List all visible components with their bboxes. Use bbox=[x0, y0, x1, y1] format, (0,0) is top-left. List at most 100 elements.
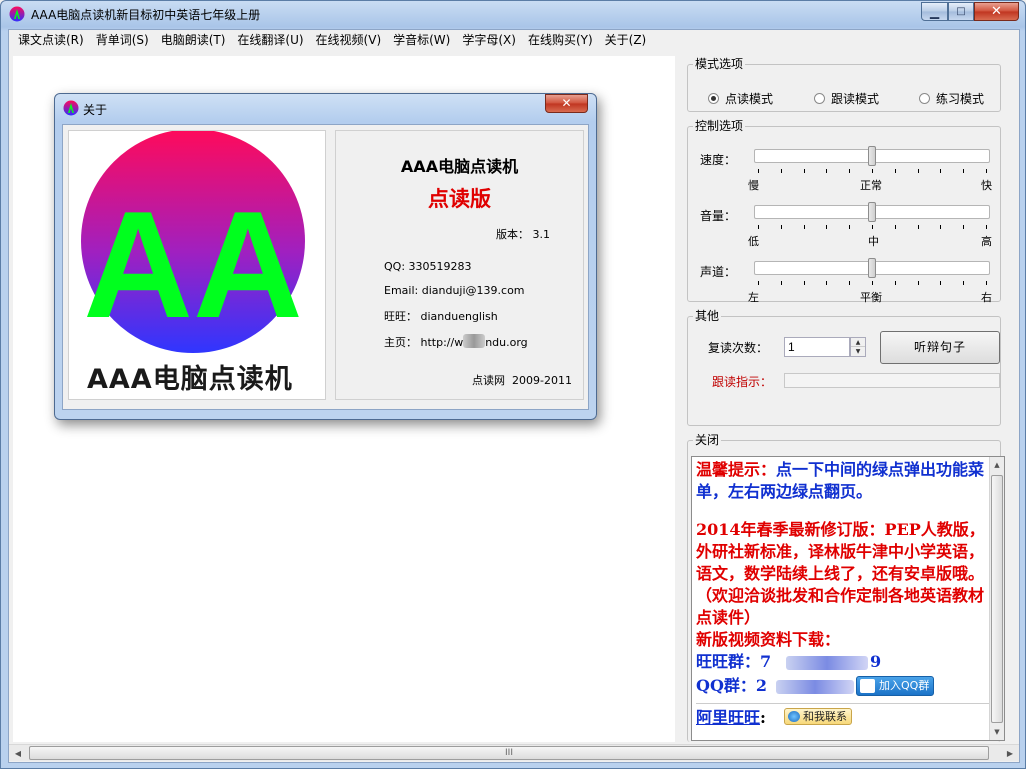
radio-unselected-icon[interactable] bbox=[814, 93, 825, 104]
tip-paragraph: 温馨提示：点一下中间的绿点弹出功能菜单，左右两边绿点翻页。 bbox=[696, 459, 996, 503]
tip-label: 温馨提示： bbox=[696, 460, 777, 479]
scroll-up-icon[interactable]: ▲ bbox=[990, 457, 1004, 473]
radio-follow-read[interactable]: 跟读模式 bbox=[814, 90, 879, 107]
about-close-button[interactable]: ✕ bbox=[545, 94, 588, 113]
info-panel: AAA电脑点读机 点读版 版本： 3.1 QQ: 330519283 Email… bbox=[335, 130, 584, 400]
repeat-count-stepper[interactable]: ▲ ▼ bbox=[850, 337, 866, 357]
slider-tick bbox=[963, 281, 965, 285]
copyright-site: 点读网 bbox=[472, 374, 505, 387]
qq-text: QQ: 330519283 bbox=[384, 260, 472, 273]
redacted-number bbox=[776, 680, 854, 694]
scroll-left-icon[interactable]: ◀ bbox=[10, 747, 26, 761]
horizontal-scroll-thumb[interactable]: III bbox=[29, 746, 989, 760]
volume-slider-thumb[interactable] bbox=[868, 202, 876, 222]
listen-sentence-button[interactable]: 听辩句子 bbox=[880, 331, 1000, 364]
speed-label: 速度： bbox=[700, 153, 737, 167]
slider-tick bbox=[917, 169, 919, 173]
close-button[interactable]: ✕ bbox=[974, 2, 1019, 21]
title-bar[interactable]: AAA电脑点读机新目标初中英语七年级上册 ▁ □ ✕ bbox=[1, 1, 1025, 27]
qq-group-line: QQ群：2 加入QQ群 bbox=[696, 675, 996, 701]
vertical-scroll-thumb[interactable] bbox=[991, 475, 1003, 723]
spin-down-icon[interactable]: ▼ bbox=[851, 347, 865, 356]
control-groupbox: 控制选项 速度： 慢 正常 快 音量： 低 中 高 声道： 左 平衡 右 bbox=[687, 119, 1001, 304]
scroll-right-icon[interactable]: ▶ bbox=[1002, 747, 1018, 761]
about-dialog: 关于 ✕ AA AAA电脑点读机 AAA电脑点读机 点读版 版本： 3.1 QQ… bbox=[54, 93, 597, 420]
slider-tick bbox=[780, 225, 782, 229]
radio-point-read[interactable]: 点读模式 bbox=[708, 90, 773, 107]
copyright-text: 点读网 2009-2011 bbox=[472, 372, 572, 388]
follow-indicator-bar bbox=[784, 373, 1000, 388]
scroll-down-icon[interactable]: ▼ bbox=[990, 724, 1004, 740]
menu-about[interactable]: 关于(Z) bbox=[599, 30, 653, 50]
menu-phonetics[interactable]: 学音标(W) bbox=[387, 30, 456, 50]
join-qq-group-button[interactable]: 加入QQ群 bbox=[856, 676, 935, 696]
app-logo-icon bbox=[63, 100, 79, 116]
speed-slider-thumb[interactable] bbox=[868, 146, 876, 166]
logo-letters: AA bbox=[83, 180, 303, 350]
volume-min-label: 低 bbox=[748, 235, 759, 248]
slider-tick bbox=[826, 281, 828, 285]
slider-tick bbox=[894, 281, 896, 285]
close-group-title: 关闭 bbox=[693, 433, 722, 447]
logo-caption: AAA电脑点读机 bbox=[87, 364, 293, 395]
speed-min-label: 慢 bbox=[748, 179, 759, 192]
slider-tick bbox=[780, 281, 782, 285]
menu-computer-reading[interactable]: 电脑朗读(T) bbox=[155, 30, 232, 50]
window-title: AAA电脑点读机新目标初中英语七年级上册 bbox=[31, 8, 261, 22]
menu-alphabet[interactable]: 学字母(X) bbox=[456, 30, 522, 50]
slider-tick bbox=[803, 225, 805, 229]
menu-online-translate[interactable]: 在线翻译(U) bbox=[231, 30, 309, 50]
join-qq-label: 加入QQ群 bbox=[879, 679, 930, 692]
channel-slider-thumb[interactable] bbox=[868, 258, 876, 278]
control-group-title: 控制选项 bbox=[693, 119, 746, 133]
slider-tick bbox=[758, 281, 759, 285]
slider-tick bbox=[894, 169, 896, 173]
other-groupbox: 其他 复读次数： ▲ ▼ 听辩句子 跟读指示： bbox=[687, 309, 1001, 426]
slider-tick bbox=[963, 169, 965, 173]
video-title: 新版视频资料下载： bbox=[696, 630, 841, 649]
channel-left-label: 左 bbox=[748, 291, 759, 304]
speed-max-label: 快 bbox=[981, 179, 992, 192]
repeat-count-input[interactable] bbox=[784, 337, 850, 357]
menu-online-buy[interactable]: 在线购买(Y) bbox=[522, 30, 599, 50]
other-group-title: 其他 bbox=[693, 309, 722, 323]
wangwang-group-line: 旺旺群：7 9 bbox=[696, 651, 996, 675]
maximize-button[interactable]: □ bbox=[948, 2, 974, 21]
wangwang-group-tail: 9 bbox=[870, 652, 882, 671]
slider-tick bbox=[849, 281, 851, 285]
slider-tick bbox=[940, 281, 942, 285]
menu-text-reading[interactable]: 课文点读(R) bbox=[12, 30, 90, 50]
slider-tick bbox=[986, 169, 987, 173]
volume-mid-label: 中 bbox=[868, 235, 879, 248]
mode-groupbox: 模式选项 点读模式 跟读模式 练习模式 bbox=[687, 57, 1001, 112]
menu-vocabulary[interactable]: 背单词(S) bbox=[90, 30, 155, 50]
product-name: AAA电脑点读机 bbox=[400, 157, 519, 176]
ali-wangwang-link[interactable]: 阿里旺旺 bbox=[696, 708, 760, 727]
radio-practice[interactable]: 练习模式 bbox=[919, 90, 984, 107]
radio-label: 跟读模式 bbox=[831, 92, 880, 106]
slider-tick bbox=[986, 225, 987, 229]
radio-unselected-icon[interactable] bbox=[919, 93, 930, 104]
radio-label: 点读模式 bbox=[725, 92, 774, 106]
slider-tick bbox=[872, 169, 873, 173]
contact-me-button[interactable]: 和我联系 bbox=[784, 708, 852, 725]
channel-right-label: 右 bbox=[981, 291, 992, 304]
notice-vertical-scrollbar[interactable]: ▲ ▼ bbox=[989, 457, 1004, 740]
wangwang-text: 旺旺： dianduenglish bbox=[384, 310, 498, 323]
slider-tick bbox=[826, 225, 828, 229]
version-text: 版本： 3.1 bbox=[496, 228, 550, 241]
slider-tick bbox=[894, 225, 896, 229]
window-controls: ▁ □ ✕ bbox=[921, 2, 1019, 21]
slider-tick bbox=[758, 225, 759, 229]
follow-indicator-label: 跟读指示： bbox=[712, 375, 773, 389]
radio-selected-icon[interactable] bbox=[708, 93, 719, 104]
spin-up-icon[interactable]: ▲ bbox=[851, 338, 865, 347]
horizontal-scrollbar[interactable]: ◀ III ▶ bbox=[9, 744, 1019, 761]
minimize-button[interactable]: ▁ bbox=[921, 2, 948, 21]
app-logo-icon bbox=[9, 6, 25, 22]
homepage-text[interactable]: 主页： http://w ndu.org bbox=[384, 332, 528, 350]
slider-tick bbox=[872, 225, 873, 229]
menu-online-video[interactable]: 在线视频(V) bbox=[310, 30, 388, 50]
slider-tick bbox=[849, 225, 851, 229]
